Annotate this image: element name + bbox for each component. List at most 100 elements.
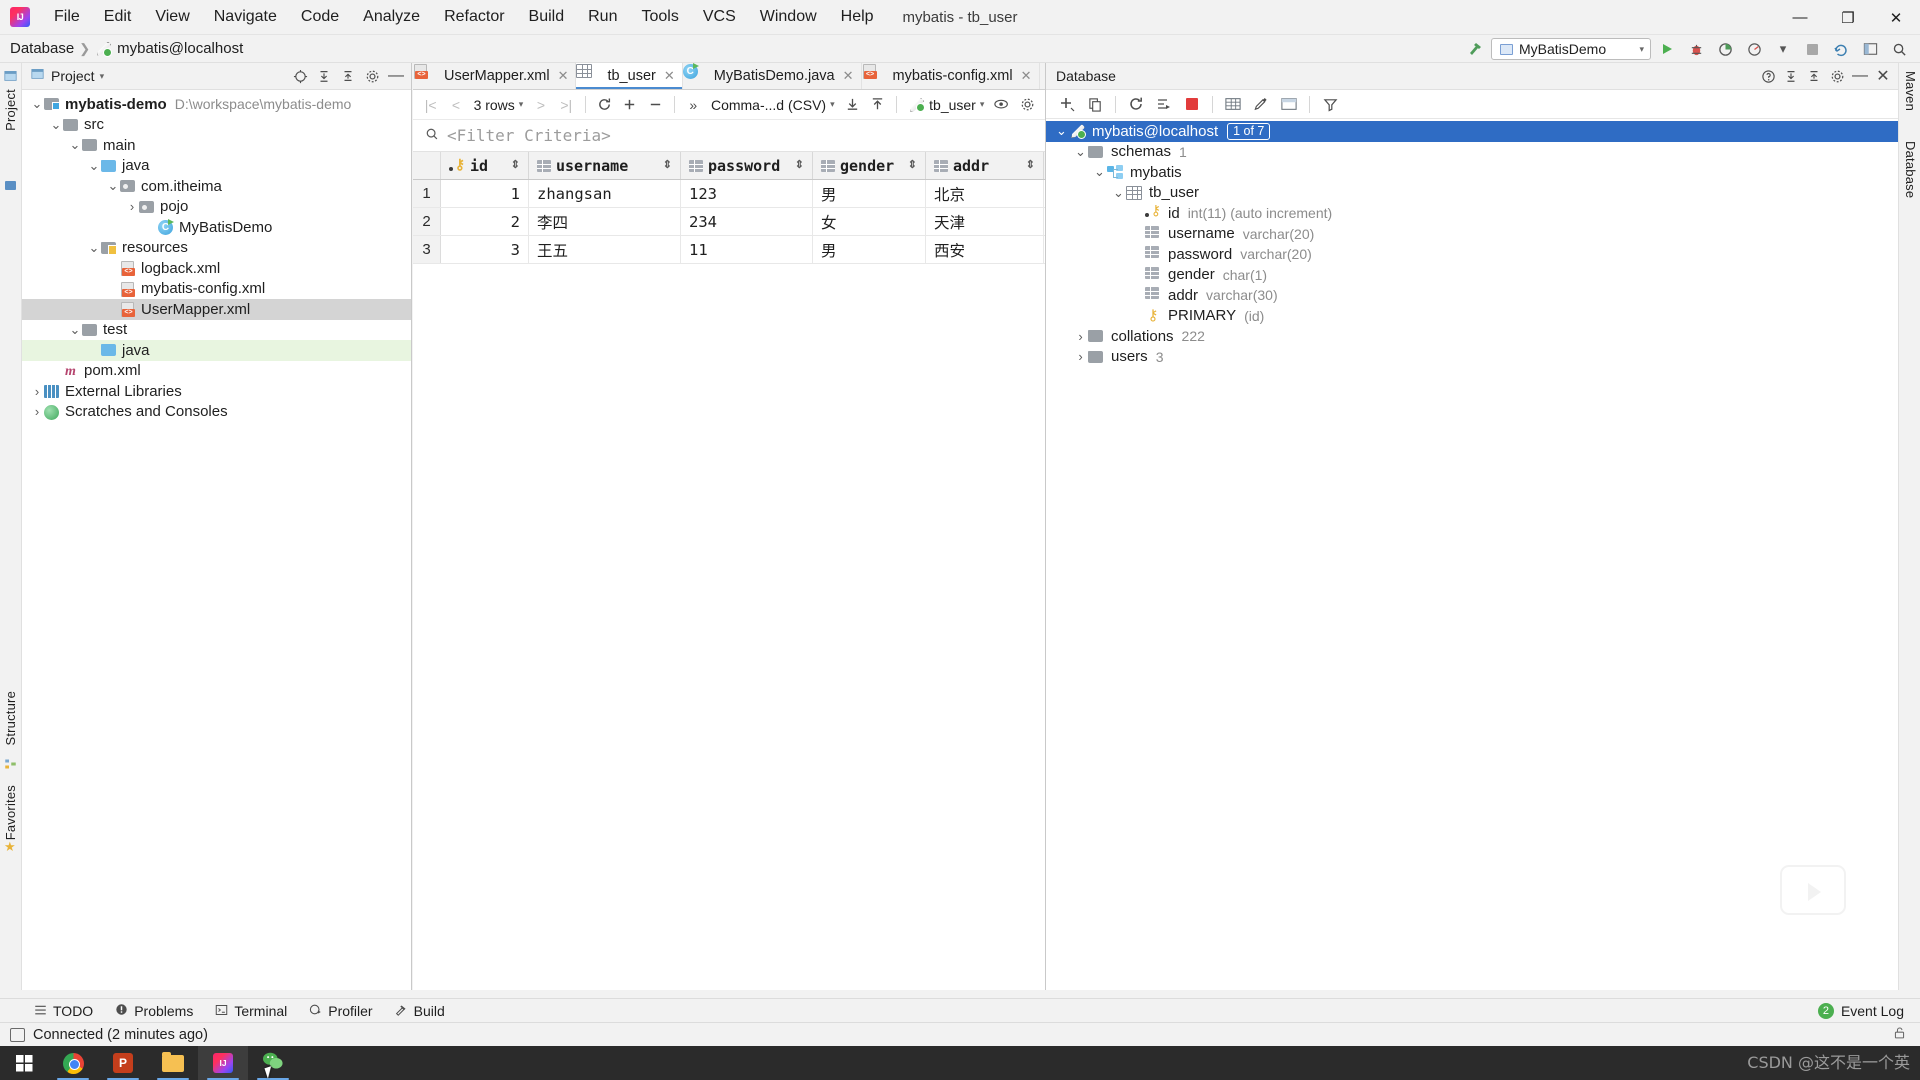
chevron-down-icon[interactable]: ⌄ [1111, 185, 1126, 200]
project-tree-item[interactable]: java [22, 340, 411, 361]
database-tree-item[interactable]: › collations 222 [1046, 326, 1898, 347]
close-button[interactable]: ✕ [1872, 0, 1920, 35]
sort-icon[interactable]: ⇕ [908, 160, 917, 171]
chevron-down-icon[interactable]: ⌄ [1092, 164, 1107, 180]
chevron-right-icon[interactable]: › [1073, 329, 1088, 344]
view-options-icon[interactable] [990, 93, 1013, 117]
menu-window[interactable]: Window [748, 0, 829, 34]
more-actions-icon[interactable]: » [682, 93, 705, 117]
filter-input[interactable]: <Filter Criteria> [447, 126, 611, 145]
modify-table-icon[interactable] [1248, 92, 1274, 116]
sort-icon[interactable]: ⇕ [511, 160, 520, 171]
project-file-tree[interactable]: ⌄ mybatis-demo D:\workspace\mybatis-demo ⌄ s… [22, 90, 411, 422]
close-icon[interactable]: ✕ [1021, 68, 1032, 84]
menu-view[interactable]: View [143, 0, 201, 34]
database-tree-item[interactable]: ⌄ mybatis@localhost 1 of 7 [1046, 121, 1898, 142]
sort-icon[interactable]: ⇕ [1026, 160, 1035, 171]
menu-file[interactable]: File [42, 0, 92, 34]
collapse-all-icon[interactable] [1803, 65, 1825, 87]
grid-cell-gender[interactable]: 男 [813, 180, 926, 207]
taskbar-chrome[interactable] [48, 1046, 98, 1080]
chevron-down-icon[interactable]: ⌄ [68, 322, 82, 337]
breadcrumb-connection[interactable]: mybatis@localhost [95, 40, 243, 57]
layout-icon[interactable] [1857, 37, 1883, 61]
filter-criteria-row[interactable]: <Filter Criteria> [413, 120, 1045, 152]
next-page-icon[interactable]: > [529, 93, 552, 117]
rail-item-structure[interactable]: Structure [3, 691, 18, 746]
help-icon[interactable] [1757, 65, 1779, 87]
project-tree-item[interactable]: C MyBatisDemo [22, 217, 411, 238]
taskbar-powerpoint[interactable]: P [98, 1046, 148, 1080]
sort-icon[interactable]: ⇕ [795, 160, 804, 171]
row-count-selector[interactable]: 3 rows ▾ [470, 97, 528, 113]
sort-icon[interactable]: ⇕ [663, 160, 672, 171]
menu-tools[interactable]: Tools [629, 0, 690, 34]
database-tree-item[interactable]: gender char(1) [1046, 265, 1898, 286]
grid-cell-username[interactable]: 王五 [529, 236, 681, 263]
database-tree-item[interactable]: password varchar(20) [1046, 244, 1898, 265]
download-icon[interactable] [841, 93, 864, 117]
grid-row[interactable]: 2 2 李四 234 女天津 [413, 208, 1045, 236]
toolwindow-build[interactable]: Build [395, 1003, 445, 1019]
database-tree-item[interactable]: addr varchar(30) [1046, 285, 1898, 306]
menu-navigate[interactable]: Navigate [202, 0, 289, 34]
add-icon[interactable] [1054, 92, 1080, 116]
project-tree-item[interactable]: m pom.xml [22, 361, 411, 382]
editor-tab[interactable]: mybatis-config.xml ✕ [862, 63, 1040, 89]
grid-cell-id[interactable]: 3 [441, 236, 529, 263]
grid-row[interactable]: 1 1 zhangsan 123 男北京 [413, 180, 1045, 208]
database-tree-item[interactable]: ⌄ schemas 1 [1046, 142, 1898, 163]
chevron-down-icon[interactable]: ⌄ [30, 96, 44, 111]
search-icon[interactable] [1886, 37, 1912, 61]
first-page-icon[interactable]: |< [419, 93, 442, 117]
collapse-all-icon[interactable] [337, 65, 359, 87]
editor-tab[interactable]: tb_user ✕ [576, 63, 683, 89]
start-button[interactable] [0, 1046, 48, 1080]
project-tree-item[interactable]: ⌄ main [22, 135, 411, 156]
prev-page-icon[interactable]: < [444, 93, 467, 117]
chevron-right-icon[interactable]: › [1073, 349, 1088, 364]
filter-icon[interactable] [1317, 92, 1343, 116]
chevron-down-icon[interactable]: ⌄ [49, 117, 63, 132]
database-tree-item[interactable]: ⌄ tb_user [1046, 183, 1898, 204]
grid-cell-addr[interactable]: 北京 [926, 180, 1044, 207]
database-tree-item[interactable]: › users 3 [1046, 347, 1898, 368]
project-tree-item[interactable]: mybatis-config.xml [22, 279, 411, 300]
event-log-area[interactable]: 2 Event Log [1817, 1002, 1904, 1019]
taskbar-intellij[interactable]: IJ [198, 1046, 248, 1080]
debug-icon[interactable] [1683, 37, 1709, 61]
menu-help[interactable]: Help [829, 0, 886, 34]
close-icon[interactable]: ✕ [664, 68, 675, 84]
chevron-right-icon[interactable]: › [30, 404, 44, 419]
database-tree[interactable]: ⌄ mybatis@localhost 1 of 7 ⌄ schemas 1 ⌄ mybati… [1046, 119, 1898, 367]
grid-column-header[interactable]: gender ⇕ [813, 152, 926, 179]
refresh-icon[interactable] [1123, 92, 1149, 116]
project-tree-item[interactable]: › Scratches and Consoles [22, 402, 411, 423]
rail-item-maven[interactable]: Maven [1903, 71, 1918, 111]
add-row-icon[interactable] [618, 93, 641, 117]
stop-icon[interactable] [1179, 92, 1205, 116]
project-tree-item[interactable]: ⌄ resources [22, 238, 411, 259]
table-scope-selector[interactable]: tb_user ▾ [904, 97, 988, 113]
project-tree-item[interactable]: logback.xml [22, 258, 411, 279]
update-project-icon[interactable] [1828, 37, 1854, 61]
maximize-button[interactable]: ❐ [1824, 0, 1872, 35]
expand-all-icon[interactable] [1780, 65, 1802, 87]
locate-file-icon[interactable] [289, 65, 311, 87]
profile-icon[interactable] [1741, 37, 1767, 61]
grid-cell-addr[interactable]: 西安 [926, 236, 1044, 263]
gear-icon[interactable] [1016, 93, 1039, 117]
close-icon[interactable]: ✕ [843, 68, 854, 84]
toolwindow-todo[interactable]: TODO [34, 1003, 93, 1019]
toolwindow-terminal[interactable]: Terminal [215, 1003, 287, 1019]
menu-run[interactable]: Run [576, 0, 629, 34]
toolwindow-profiler[interactable]: Profiler [309, 1003, 373, 1019]
grid-cell-gender[interactable]: 女 [813, 208, 926, 235]
minimize-button[interactable]: — [1776, 0, 1824, 35]
chevron-down-icon[interactable]: ⌄ [1054, 123, 1069, 139]
menu-build[interactable]: Build [517, 0, 577, 34]
database-tree-item[interactable]: ⌄ mybatis [1046, 162, 1898, 183]
project-tree-item[interactable]: ⌄ com.itheima [22, 176, 411, 197]
rail-item-favorites[interactable]: Favorites [3, 785, 18, 840]
grid-column-header[interactable]: password ⇕ [681, 152, 813, 179]
